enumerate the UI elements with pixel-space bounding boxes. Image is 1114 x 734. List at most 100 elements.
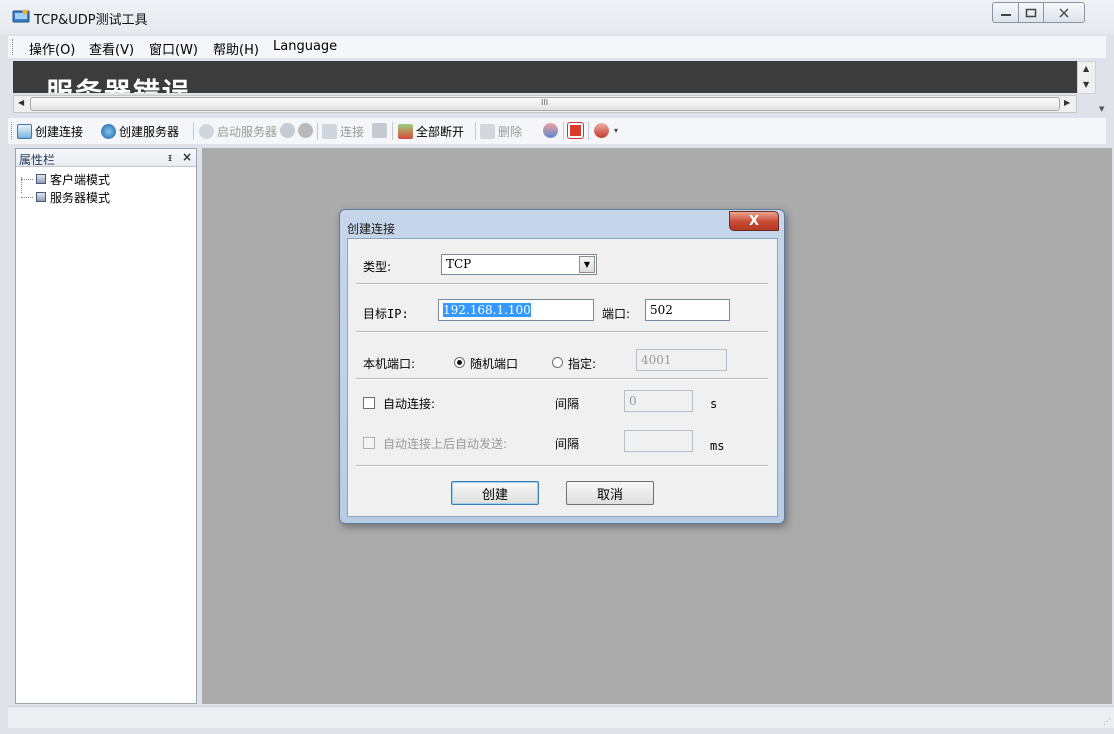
tree-item-label: 服务器模式 xyxy=(50,190,111,205)
delete-icon xyxy=(480,123,495,139)
status-banner: 服务器错误 xyxy=(13,61,1087,93)
auto-send-label: 自动连接上后自动发送: xyxy=(383,437,508,451)
cancel-button-label: 取消 xyxy=(596,487,623,503)
error-icon[interactable] xyxy=(594,123,609,138)
interval-unit-ms: ms xyxy=(710,439,725,453)
specify-port-radio[interactable] xyxy=(552,357,563,368)
start-server-button[interactable]: 启动服务器 xyxy=(199,122,277,140)
disconnect-icon[interactable] xyxy=(372,123,387,138)
menu-grip xyxy=(12,39,15,55)
type-label: 类型: xyxy=(363,260,392,274)
interval-value: 0 xyxy=(629,394,637,408)
divider xyxy=(356,465,768,467)
port-label: 端口: xyxy=(602,307,631,321)
type-select[interactable]: TCP ▼ xyxy=(441,254,597,275)
port-input[interactable]: 502 xyxy=(645,299,730,321)
target-ip-value: 192.168.1.100 xyxy=(443,303,531,317)
stop-server-icon[interactable] xyxy=(280,123,295,138)
create-button-label: 创建 xyxy=(481,487,508,503)
tree-item-label: 客户端模式 xyxy=(50,172,111,187)
create-connection-dialog: 创建连接 X 类型: TCP ▼ 目标IP: 192.168.1.100 端口:… xyxy=(339,209,785,524)
divider xyxy=(356,378,768,380)
dialog-body: 类型: TCP ▼ 目标IP: 192.168.1.100 端口: 502 本机… xyxy=(347,238,778,517)
server-settings-icon[interactable] xyxy=(298,123,313,138)
divider xyxy=(356,331,768,333)
minimize-button[interactable] xyxy=(992,2,1019,23)
toolbar-grip xyxy=(11,122,12,139)
tree-item-client-mode[interactable]: 客户端模式 xyxy=(21,171,110,187)
random-port-label[interactable]: 随机端口 xyxy=(470,355,518,372)
delete-button[interactable]: 删除 xyxy=(480,122,522,140)
disconnect-all-button[interactable]: 全部断开 xyxy=(398,122,464,140)
panel-close-icon[interactable]: × xyxy=(182,150,192,164)
menu-operate[interactable]: 操作(O) xyxy=(29,39,75,58)
toolbar-separator xyxy=(563,122,564,140)
target-ip-label: 目标IP: xyxy=(363,307,409,321)
settings-icon[interactable] xyxy=(543,123,558,138)
size-grip-icon[interactable]: ⋰ xyxy=(1103,717,1111,726)
toolbar-separator xyxy=(193,122,194,140)
create-connection-button[interactable]: 创建连接 xyxy=(17,122,83,140)
toolbar-overflow-icon[interactable]: ▼ xyxy=(1099,105,1104,113)
cancel-button[interactable]: 取消 xyxy=(566,481,654,505)
property-panel-title: 属性栏 xyxy=(19,153,56,167)
create-button[interactable]: 创建 xyxy=(451,481,539,505)
port-value: 502 xyxy=(650,303,673,317)
pin-icon[interactable]: ᵻ xyxy=(168,151,172,164)
scroll-left-icon[interactable]: ◀ xyxy=(18,98,24,107)
create-connection-icon xyxy=(17,123,32,139)
specify-port-input[interactable]: 4001 xyxy=(636,349,727,371)
menu-bar: 操作(O) 查看(V) 窗口(W) 帮助(H) Language xyxy=(8,36,1106,58)
property-panel-header: 属性栏 ᵻ × xyxy=(16,149,196,167)
toolbar-separator xyxy=(588,122,589,140)
maximize-button[interactable] xyxy=(1018,2,1044,23)
scroll-up-icon[interactable]: ▲ xyxy=(1083,64,1089,73)
menu-language[interactable]: Language xyxy=(273,39,337,54)
auto-connect-label[interactable]: 自动连接: xyxy=(383,395,435,412)
random-port-radio[interactable] xyxy=(454,357,465,368)
create-server-icon xyxy=(101,123,116,139)
connect-icon xyxy=(322,123,337,139)
menu-help[interactable]: 帮助(H) xyxy=(213,39,259,58)
stop-icon[interactable] xyxy=(567,122,584,139)
type-select-value: TCP xyxy=(446,257,472,271)
toolbar-separator xyxy=(317,122,318,140)
interval-label-2: 间隔 xyxy=(555,437,580,451)
interval-label: 间隔 xyxy=(555,397,580,411)
dialog-close-button[interactable]: X xyxy=(729,211,779,231)
banner-horizontal-scrollbar[interactable]: ◀ III ▶ xyxy=(13,95,1077,113)
title-bar: TCP&UDP测试工具 xyxy=(0,0,1114,34)
interval-unit-s: s xyxy=(710,397,718,411)
target-ip-input[interactable]: 192.168.1.100 xyxy=(438,299,594,321)
auto-send-interval-input[interactable] xyxy=(624,430,693,452)
menu-window[interactable]: 窗口(W) xyxy=(149,39,198,58)
auto-send-checkbox[interactable] xyxy=(363,437,375,449)
toolbar-separator xyxy=(475,122,476,140)
connect-button[interactable]: 连接 xyxy=(322,122,364,140)
tree-item-server-mode[interactable]: 服务器模式 xyxy=(21,189,110,205)
specify-port-label[interactable]: 指定: xyxy=(568,355,596,372)
window-title: TCP&UDP测试工具 xyxy=(34,13,148,28)
scroll-right-icon[interactable]: ▶ xyxy=(1064,98,1070,107)
client-mode-icon xyxy=(36,174,46,184)
disconnect-all-icon xyxy=(398,123,413,139)
scroll-thumb[interactable]: III xyxy=(30,97,1060,111)
create-server-button[interactable]: 创建服务器 xyxy=(101,122,179,140)
scroll-thumb-grip: III xyxy=(541,98,549,107)
close-icon xyxy=(1059,8,1069,17)
toolbar-separator xyxy=(392,122,393,140)
banner-vertical-scrollbar[interactable]: ▲ ▼ xyxy=(1077,61,1096,94)
tree-branch xyxy=(21,178,33,180)
close-button[interactable] xyxy=(1043,2,1085,23)
auto-connect-checkbox[interactable] xyxy=(363,397,375,409)
menu-view[interactable]: 查看(V) xyxy=(89,39,134,58)
chevron-down-icon[interactable]: ▼ xyxy=(579,256,595,273)
dialog-title: 创建连接 xyxy=(347,222,396,236)
scroll-down-icon[interactable]: ▼ xyxy=(1083,80,1089,89)
maximize-icon xyxy=(1025,8,1037,17)
interval-input[interactable]: 0 xyxy=(624,390,693,412)
property-panel: 属性栏 ᵻ × 客户端模式 服务器模式 xyxy=(15,148,197,704)
tree-branch xyxy=(21,196,33,198)
divider xyxy=(356,283,768,285)
toolbar-more-icon[interactable]: ▾ xyxy=(614,126,618,135)
